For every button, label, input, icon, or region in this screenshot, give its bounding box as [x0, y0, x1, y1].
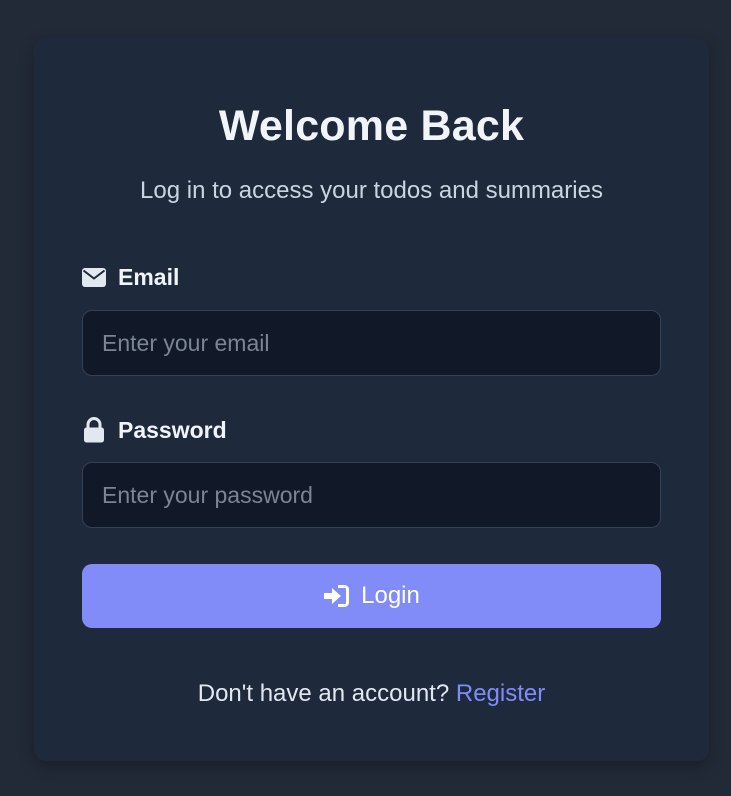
login-button[interactable]: Login [82, 564, 661, 628]
login-card: Welcome Back Log in to access your todos… [34, 38, 709, 761]
email-label-row: Email [82, 262, 179, 292]
email-label: Email [118, 263, 180, 290]
page-subtitle: Log in to access your todos and summarie… [140, 177, 603, 204]
register-link[interactable]: Register [456, 680, 545, 707]
password-input[interactable] [82, 462, 661, 528]
email-input[interactable] [82, 310, 661, 376]
register-prompt-text: Don't have an account? [197, 680, 450, 707]
lock-icon [82, 417, 106, 443]
envelope-icon [82, 265, 106, 289]
register-prompt: Don't have an account? Register [34, 680, 709, 708]
login-button-label: Login [361, 582, 420, 609]
page-title: Welcome Back [218, 102, 525, 150]
sign-in-icon [323, 584, 350, 608]
password-label-row: Password [82, 415, 227, 445]
password-label: Password [118, 416, 227, 443]
